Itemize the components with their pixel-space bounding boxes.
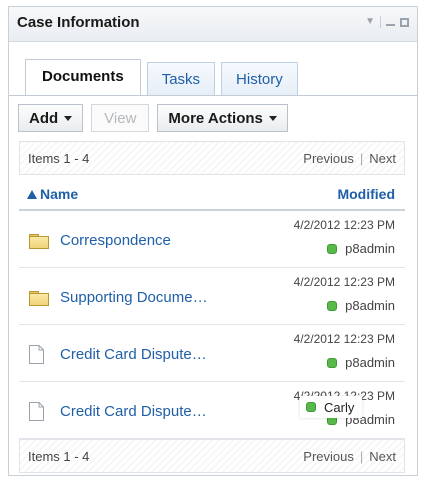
name-column-header[interactable]: Name <box>27 186 78 202</box>
dropdown-menu-icon[interactable]: ▼ <box>365 17 375 27</box>
add-button[interactable]: Add <box>18 104 84 132</box>
modified-by: p8admin <box>327 241 395 256</box>
panel-titlebar: Case Information ▼ <box>9 7 417 42</box>
folder-icon <box>29 291 49 306</box>
view-button: View <box>91 104 150 132</box>
maximize-icon[interactable] <box>400 17 409 27</box>
document-icon <box>29 402 44 426</box>
toolbar: Add View More Actions <box>18 104 288 132</box>
previous-link[interactable]: Previous <box>303 151 354 166</box>
table-row[interactable]: Correspondence 4/2/2012 12:23 PM p8admin <box>19 211 405 268</box>
modified-by: p8admin <box>327 355 395 370</box>
previous-link[interactable]: Previous <box>303 449 354 464</box>
tab-divider <box>9 95 417 96</box>
item-name-link[interactable]: Credit Card Dispute… <box>60 403 207 420</box>
add-button-label: Add <box>29 109 59 127</box>
window-controls: ▼ <box>365 16 409 28</box>
next-link[interactable]: Next <box>369 151 396 166</box>
more-actions-button[interactable]: More Actions <box>157 104 288 132</box>
user-hover-card: Carly <box>300 396 363 418</box>
pager-separator: | <box>359 449 364 464</box>
presence-status-icon <box>327 300 338 311</box>
tab-history[interactable]: History <box>221 62 298 95</box>
item-count: Items 1 - 4 <box>28 151 90 166</box>
tab-bar: Documents Tasks History <box>25 59 298 95</box>
more-actions-label: More Actions <box>168 109 263 127</box>
tab-documents[interactable]: Documents <box>25 59 141 95</box>
presence-status-icon <box>327 243 338 254</box>
name-column-label: Name <box>40 186 79 202</box>
modified-date: 4/2/2012 12:23 PM <box>293 332 395 346</box>
pager-separator: | <box>359 151 364 166</box>
modified-by-user[interactable]: p8admin <box>345 355 395 370</box>
pager-nav: Previous | Next <box>303 449 396 464</box>
presence-status-icon <box>327 357 338 368</box>
modified-date: 4/2/2012 12:23 PM <box>293 275 395 289</box>
table-row[interactable]: Credit Card Dispute… 4/2/2012 12:23 PM p… <box>19 325 405 382</box>
view-button-label: View <box>104 109 137 127</box>
item-count: Items 1 - 4 <box>28 449 90 464</box>
minimize-icon[interactable] <box>386 24 395 26</box>
modified-by-user[interactable]: p8admin <box>345 241 395 256</box>
document-icon <box>29 345 44 369</box>
tab-tasks[interactable]: Tasks <box>146 62 216 95</box>
item-name-link[interactable]: Correspondence <box>60 232 171 249</box>
presence-status-icon <box>306 402 316 412</box>
folder-icon <box>29 234 49 249</box>
chevron-down-icon <box>268 115 277 121</box>
modified-by: p8admin <box>327 298 395 313</box>
next-link[interactable]: Next <box>369 449 396 464</box>
pager-bottom: Items 1 - 4 Previous | Next <box>19 439 405 473</box>
table-row[interactable]: Supporting Docume… 4/2/2012 12:23 PM p8a… <box>19 268 405 325</box>
panel-title: Case Information <box>17 14 140 31</box>
pager-nav: Previous | Next <box>303 151 396 166</box>
item-name-link[interactable]: Credit Card Dispute… <box>60 346 207 363</box>
hover-card-user: Carly <box>324 399 355 415</box>
modified-date: 4/2/2012 12:23 PM <box>293 218 395 232</box>
item-name-link[interactable]: Supporting Docume… <box>60 289 208 306</box>
sort-ascending-icon <box>27 190 37 199</box>
chevron-down-icon <box>64 115 73 121</box>
column-header: Name Modified <box>19 181 405 211</box>
modified-column-header[interactable]: Modified <box>337 186 395 202</box>
pager-top: Items 1 - 4 Previous | Next <box>19 141 405 175</box>
control-separator <box>380 16 381 28</box>
modified-by-user[interactable]: p8admin <box>345 298 395 313</box>
